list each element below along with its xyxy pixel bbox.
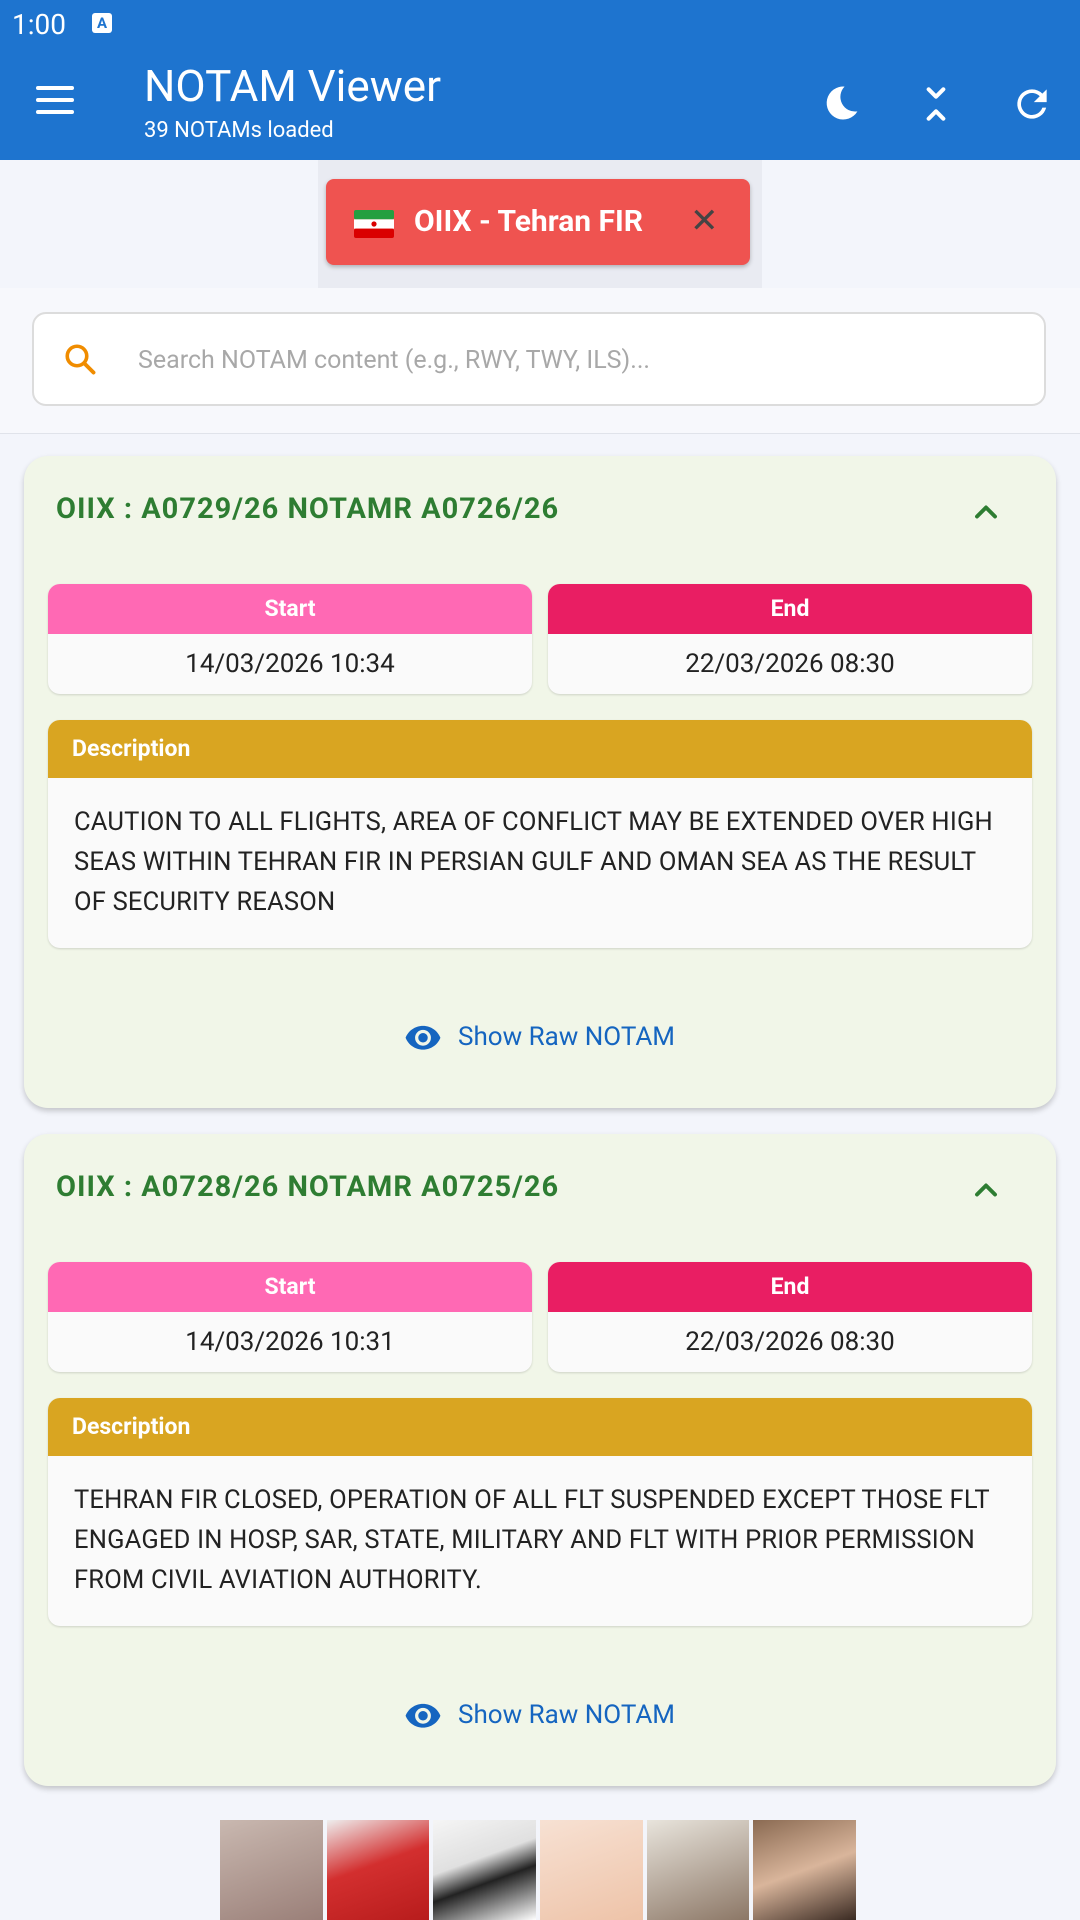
dark-mode-button[interactable] [818, 82, 862, 126]
show-raw-label: Show Raw NOTAM [458, 1022, 675, 1052]
refresh-icon [1017, 89, 1047, 119]
refresh-button[interactable] [1010, 82, 1054, 126]
status-time: 1:00 [12, 8, 66, 41]
eye-icon [405, 1703, 441, 1728]
collapse-all-button[interactable] [914, 82, 958, 126]
description-box: Description CAUTION TO ALL FLIGHTS, AREA… [48, 720, 1032, 948]
start-date-box: Start 14/03/2026 10:31 [48, 1262, 532, 1372]
notam-card: OIIX : A0729/26 NOTAMR A0726/26 Start 14… [24, 456, 1056, 1108]
start-date-box: Start 14/03/2026 10:34 [48, 584, 532, 694]
iran-flag-icon [354, 210, 394, 238]
end-date-box: End 22/03/2026 08:30 [548, 584, 1032, 694]
search-section [0, 288, 1080, 434]
ad-image[interactable] [220, 1820, 323, 1920]
start-label: Start [48, 1262, 532, 1312]
fir-filter-chip[interactable]: OIIX - Tehran FIR ✕ [326, 179, 750, 265]
notification-icon: A [92, 13, 112, 33]
ad-image[interactable] [646, 1820, 750, 1920]
end-label: End [548, 1262, 1032, 1312]
end-label: End [548, 584, 1032, 634]
menu-icon [36, 86, 74, 90]
search-input[interactable] [136, 336, 1020, 384]
ad-image[interactable] [433, 1820, 537, 1920]
end-date: 22/03/2026 08:30 [685, 1327, 895, 1357]
chip-label: OIIX - Tehran FIR [414, 204, 643, 239]
description-label: Description [48, 720, 1032, 778]
notam-count: 39 NOTAMs loaded [144, 118, 334, 143]
ad-image[interactable] [753, 1820, 857, 1920]
menu-button[interactable] [36, 86, 74, 116]
description-box: Description TEHRAN FIR CLOSED, OPERATION… [48, 1398, 1032, 1626]
end-date: 22/03/2026 08:30 [685, 649, 895, 679]
ad-image[interactable] [540, 1820, 643, 1920]
show-raw-label: Show Raw NOTAM [458, 1700, 675, 1730]
end-date-box: End 22/03/2026 08:30 [548, 1262, 1032, 1372]
app-title: NOTAM Viewer [144, 60, 442, 112]
ad-image[interactable] [326, 1820, 430, 1920]
show-raw-notam-button[interactable]: Show Raw NOTAM [404, 1690, 675, 1740]
start-date: 14/03/2026 10:31 [185, 1327, 395, 1357]
filter-chip-area: OIIX - Tehran FIR ✕ [318, 160, 762, 288]
chevron-up-icon[interactable] [968, 494, 1004, 530]
search-icon [65, 344, 96, 375]
chevron-up-icon[interactable] [968, 1172, 1004, 1208]
app-bar: 1:00 A NOTAM Viewer 39 NOTAMs loaded [0, 0, 1080, 160]
notam-title: OIIX : A0729/26 NOTAMR A0726/26 [56, 492, 560, 526]
description-label: Description [48, 1398, 1032, 1456]
notam-card: OIIX : A0728/26 NOTAMR A0725/26 Start 14… [24, 1134, 1056, 1786]
moon-icon [826, 86, 858, 120]
search-box[interactable] [32, 312, 1046, 406]
notam-title: OIIX : A0728/26 NOTAMR A0725/26 [56, 1170, 560, 1204]
show-raw-notam-button[interactable]: Show Raw NOTAM [404, 1012, 675, 1062]
start-label: Start [48, 584, 532, 634]
description-text: CAUTION TO ALL FLIGHTS, AREA OF CONFLICT… [74, 807, 993, 917]
start-date: 14/03/2026 10:34 [185, 649, 395, 679]
eye-icon [405, 1025, 441, 1050]
ad-banner[interactable] [220, 1820, 860, 1920]
close-icon[interactable]: ✕ [690, 201, 719, 241]
collapse-all-icon [926, 87, 946, 121]
description-text: TEHRAN FIR CLOSED, OPERATION OF ALL FLT … [74, 1485, 990, 1595]
